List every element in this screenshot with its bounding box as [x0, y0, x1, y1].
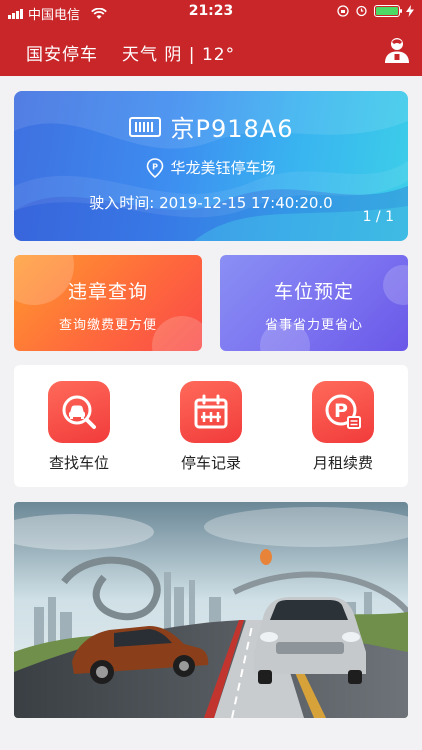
rotation-lock-icon	[337, 4, 349, 17]
banner-image	[14, 502, 408, 718]
space-reservation-subtitle: 省事省力更省心	[264, 318, 363, 333]
svg-text:P: P	[334, 400, 348, 422]
violation-query-tile[interactable]: 违章查询 查询缴费更方便	[14, 255, 202, 351]
parking-lot-name: 华龙美钰停车场	[170, 159, 276, 177]
status-icons	[337, 4, 414, 17]
parking-status-card[interactable]: 京P918A6 P 华龙美钰停车场 驶入时间: 2019-12-15 17:40…	[14, 91, 408, 241]
calendar-icon	[180, 381, 242, 443]
weather-info: 天气 阴 | 12°	[122, 45, 236, 65]
entry-time-value: 2019-12-15 17:40:20.0	[159, 194, 333, 212]
violation-query-subtitle: 查询缴费更方便	[58, 318, 157, 333]
user-profile-icon[interactable]	[384, 36, 410, 64]
parking-lot-row: P 华龙美钰停车场	[14, 157, 408, 178]
location-pin-icon: P	[147, 157, 164, 178]
violation-query-title: 违章查询	[67, 281, 148, 303]
plate-row: 京P918A6	[14, 109, 408, 144]
search-car-icon	[48, 381, 110, 443]
parking-records-label: 停车记录	[180, 454, 241, 472]
card-pager: 1 / 1	[362, 209, 394, 225]
parking-card-icon: P	[312, 381, 374, 443]
battery-icon	[374, 4, 402, 17]
entry-time-row: 驶入时间: 2019-12-15 17:40:20.0	[14, 192, 408, 213]
svg-text:P: P	[153, 162, 159, 171]
find-parking-label: 查找车位	[48, 454, 109, 472]
status-bar: 中国电信 21:23	[0, 0, 422, 24]
promo-banner[interactable]	[14, 502, 408, 718]
license-plate-icon	[128, 116, 161, 137]
space-reservation-tile[interactable]: 车位预定 省事省力更省心	[220, 255, 408, 351]
charging-icon	[406, 4, 414, 17]
alarm-icon	[356, 5, 367, 17]
app-title: 国安停车	[26, 45, 98, 65]
find-parking-action[interactable]: 查找车位	[19, 381, 139, 473]
quick-actions-panel: 查找车位 停车记录 P 月租续费	[14, 365, 408, 487]
plate-number: 京P918A6	[170, 115, 294, 143]
parking-records-action[interactable]: 停车记录	[151, 381, 271, 473]
app-header: 国安停车 天气 阴 | 12°	[0, 24, 422, 76]
entry-time-label: 驶入时间:	[89, 194, 155, 212]
monthly-renewal-label: 月租续费	[312, 454, 373, 472]
space-reservation-title: 车位预定	[273, 281, 354, 303]
monthly-renewal-action[interactable]: P 月租续费	[283, 381, 403, 473]
